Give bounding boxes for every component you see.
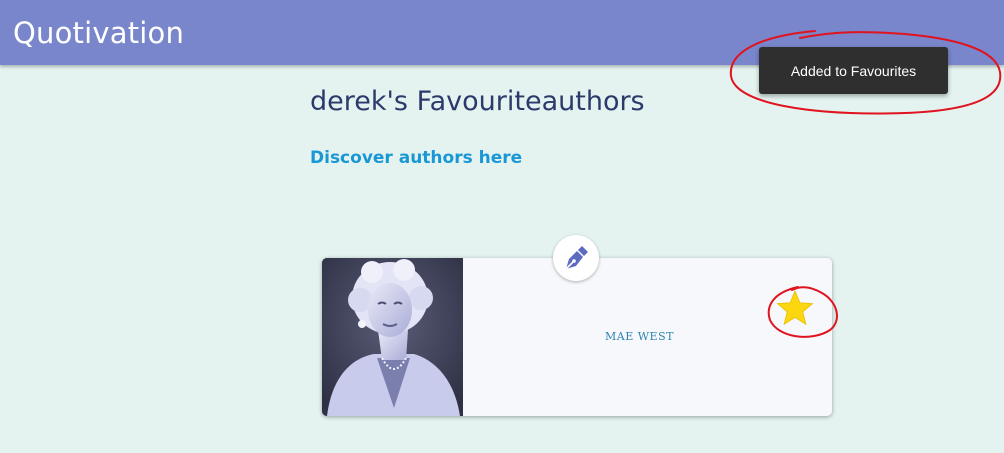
star-icon [776, 289, 814, 326]
page-title: derek's Favouriteauthors [310, 86, 645, 117]
pen-nib-icon [565, 246, 588, 270]
edit-author-button[interactable] [553, 235, 599, 281]
author-photo [322, 258, 463, 416]
app-title[interactable]: Quotivation [13, 16, 184, 50]
toast-notification: Added to Favourites [759, 47, 948, 94]
favourite-star-button[interactable] [775, 288, 815, 328]
author-name[interactable]: MAE WEST [605, 330, 674, 343]
discover-authors-link[interactable]: Discover authors here [310, 148, 522, 168]
toast-message: Added to Favourites [790, 62, 917, 79]
author-card: MAE WEST [322, 258, 832, 416]
author-portrait-image [322, 258, 463, 416]
